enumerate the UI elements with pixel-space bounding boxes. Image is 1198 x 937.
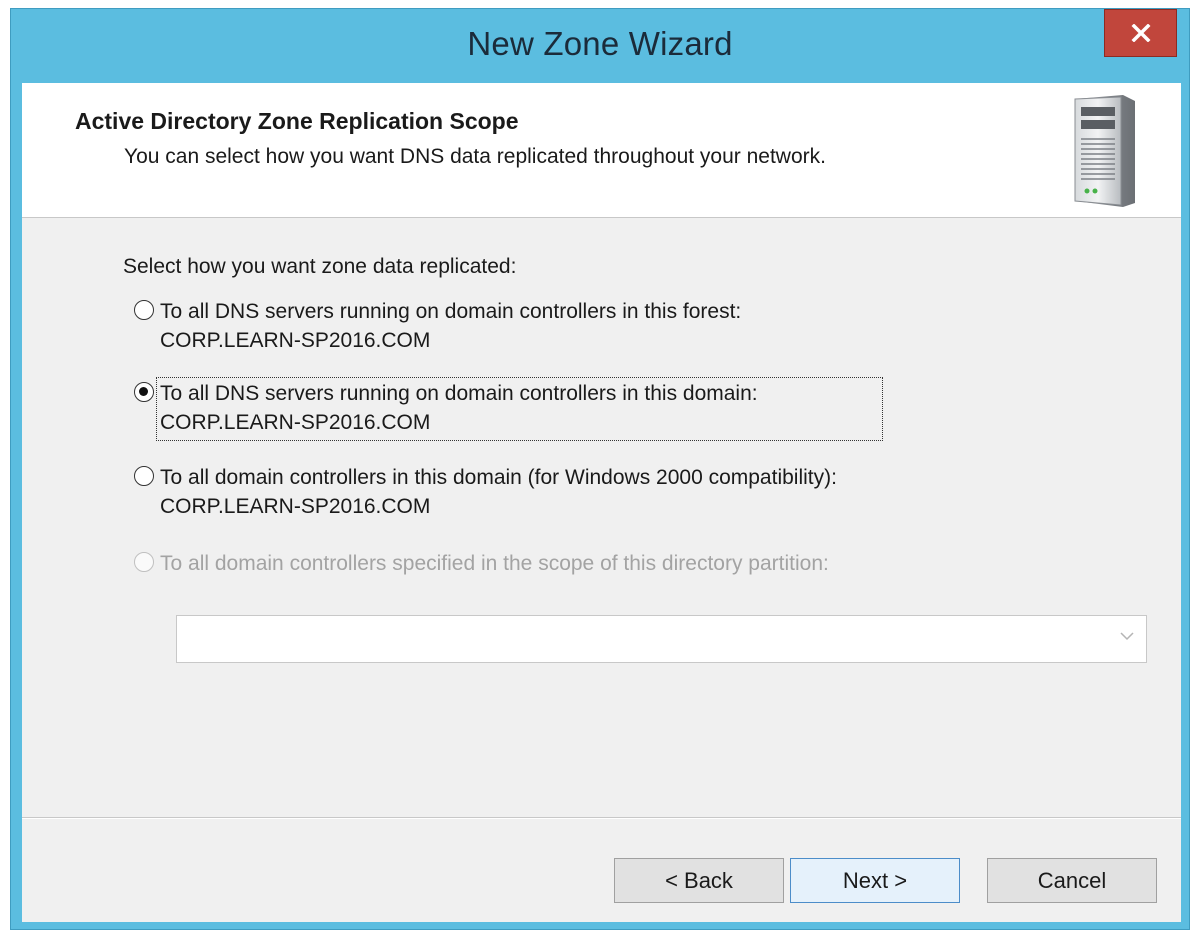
forest-radio[interactable]	[134, 300, 154, 320]
replication-prompt: Select how you want zone data replicated…	[123, 255, 517, 278]
page-subtitle: You can select how you want DNS data rep…	[124, 145, 826, 168]
cancel-button[interactable]: Cancel	[987, 858, 1157, 903]
close-icon	[1131, 24, 1150, 42]
next-button[interactable]: Next >	[790, 858, 960, 903]
server-icon	[1074, 95, 1135, 207]
focus-rectangle	[156, 377, 883, 441]
option-win2000-label: To all domain controllers in this domain…	[160, 466, 837, 489]
page-title: Active Directory Zone Replication Scope	[75, 108, 519, 134]
win2000-radio[interactable]	[134, 466, 154, 486]
wizard-client-area: Active Directory Zone Replication Scope …	[22, 83, 1181, 922]
window-title: New Zone Wizard	[467, 25, 733, 62]
back-button[interactable]: < Back	[614, 858, 784, 903]
option-forest-domain: CORP.LEARN-SP2016.COM	[160, 329, 431, 352]
close-button[interactable]	[1104, 9, 1177, 57]
title-bar[interactable]: New Zone Wizard	[11, 9, 1189, 83]
option-forest-label: To all DNS servers running on domain con…	[160, 300, 742, 323]
option-partition-label: To all domain controllers specified in t…	[160, 552, 829, 575]
domain-radio[interactable]	[134, 382, 154, 402]
wizard-header: Active Directory Zone Replication Scope …	[22, 83, 1181, 218]
footer-separator	[22, 817, 1181, 819]
wizard-window: New Zone Wizard Active Directory Zone Re…	[10, 8, 1190, 930]
option-win2000-domain: CORP.LEARN-SP2016.COM	[160, 495, 431, 518]
partition-dropdown	[176, 615, 1147, 663]
chevron-down-icon	[1120, 632, 1134, 641]
partition-radio	[134, 552, 154, 572]
